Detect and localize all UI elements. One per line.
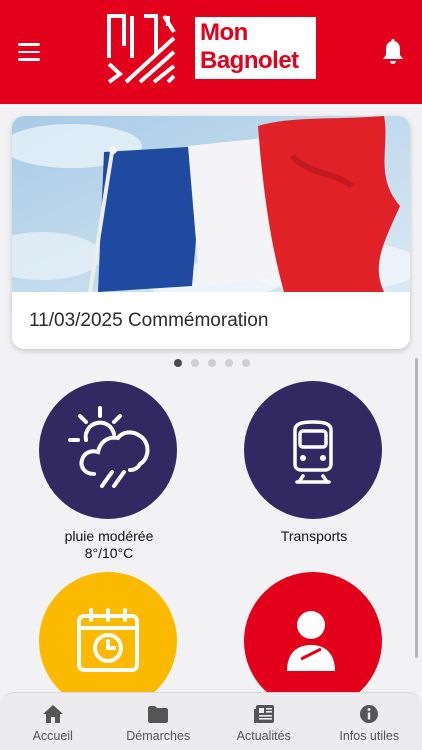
agenda-tile[interactable]: [39, 572, 179, 710]
carousel-dot-2[interactable]: [191, 359, 199, 367]
transports-circle: [244, 381, 382, 519]
scrollbar[interactable]: [415, 358, 418, 658]
weather-circle: [39, 381, 177, 519]
logo-line-1: Mon: [200, 19, 248, 46]
tram-icon: [293, 420, 333, 484]
tab-infos-utiles-label: Infos utiles: [339, 729, 400, 743]
transports-tile[interactable]: Transports: [244, 381, 384, 545]
slide-caption: 11/03/2025 Commémoration: [29, 310, 269, 331]
profile-circle: [244, 572, 382, 710]
tab-accueil[interactable]: Accueil: [0, 693, 106, 750]
user-icon: [287, 611, 335, 671]
carousel-dot-3[interactable]: [208, 359, 216, 367]
tab-actualites[interactable]: Actualités: [211, 693, 317, 750]
weather-label: pluie modérée 8°/10°C: [39, 528, 179, 562]
newspaper-icon: [253, 705, 274, 723]
tab-actualites-label: Actualités: [236, 729, 291, 743]
sun-cloud-rain-icon: [68, 406, 150, 488]
news-carousel[interactable]: 11/03/2025 Commémoration: [12, 116, 410, 349]
bottom-tab-bar: Accueil Démarches Actualités Infos utile…: [0, 692, 422, 750]
folder-icon: [148, 706, 169, 723]
carousel-dot-1[interactable]: [174, 359, 182, 367]
logo-line-2: Bagnolet: [200, 47, 299, 74]
weather-tile[interactable]: pluie modérée 8°/10°C: [39, 381, 179, 562]
weather-condition: pluie modérée: [64, 528, 154, 544]
carousel-dot-4[interactable]: [225, 359, 233, 367]
tab-demarches[interactable]: Démarches: [106, 693, 212, 750]
tab-accueil-label: Accueil: [32, 729, 73, 743]
profile-tile[interactable]: [244, 572, 384, 710]
menu-icon: [18, 43, 40, 46]
home-icon: [42, 705, 63, 723]
app-logo: Mon Bagnolet: [195, 17, 316, 79]
city-logo-icon: [107, 14, 176, 84]
flag-photo: [12, 116, 410, 292]
menu-button[interactable]: [16, 38, 42, 66]
tab-demarches-label: Démarches: [126, 729, 191, 743]
info-icon: [360, 705, 379, 723]
calendar-clock-icon: [77, 608, 139, 672]
weather-temperature: 8°/10°C: [84, 545, 134, 561]
app-header: Mon Bagnolet: [0, 0, 422, 104]
tab-infos-utiles[interactable]: Infos utiles: [317, 693, 422, 750]
transports-label: Transports: [244, 528, 384, 545]
agenda-circle: [39, 572, 177, 710]
carousel-pagination: [172, 359, 252, 369]
carousel-dot-5[interactable]: [242, 359, 250, 367]
notifications-bell-icon[interactable]: [380, 38, 406, 66]
transports-label-text: Transports: [280, 528, 348, 544]
